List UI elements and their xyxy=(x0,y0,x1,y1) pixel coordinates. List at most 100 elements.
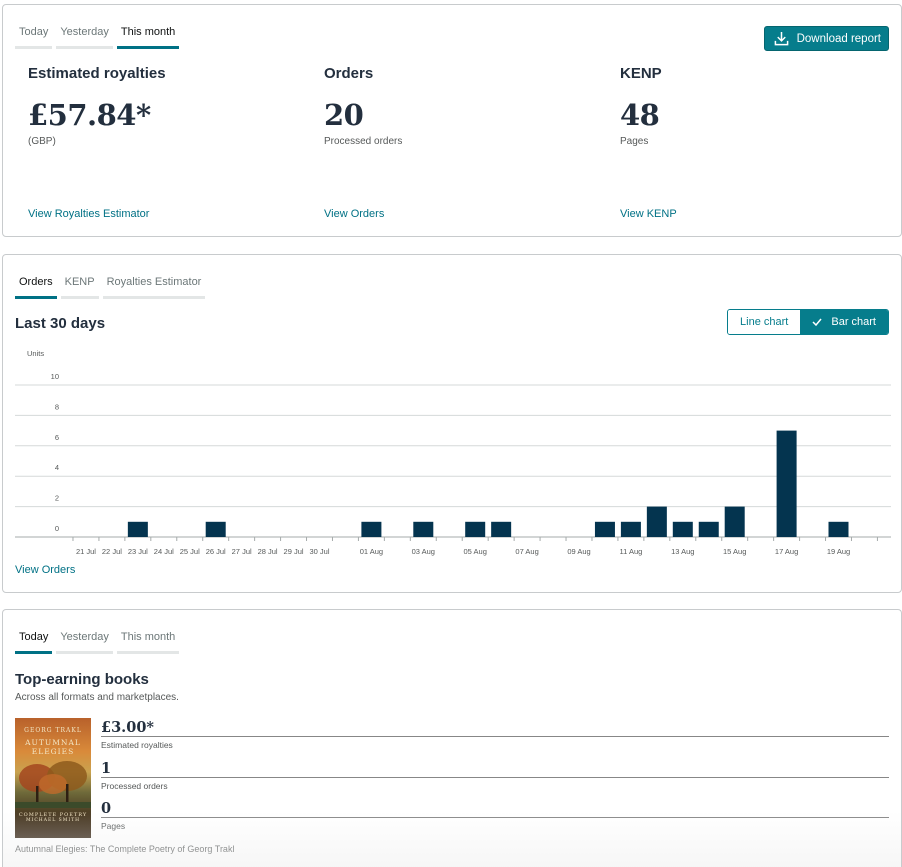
x-tick-label: 05 Aug xyxy=(464,547,487,556)
book-orders-label: Processed orders xyxy=(101,781,168,791)
book-orders: 1 Processed orders xyxy=(101,760,889,791)
cover-title-line-1: AUTUMNAL xyxy=(25,738,81,747)
metric-title: Estimated royalties xyxy=(28,65,166,82)
tab-royalties-estimator[interactable]: Royalties Estimator xyxy=(102,276,206,299)
y-tick-label: 4 xyxy=(55,463,59,472)
book-royalties: £3.00* Estimated royalties xyxy=(101,719,889,750)
top-books-subtitle: Across all formats and marketplaces. xyxy=(15,692,179,703)
bar xyxy=(361,521,382,537)
bar xyxy=(776,430,797,537)
tab-yesterday[interactable]: Yesterday xyxy=(56,631,113,654)
bar xyxy=(205,521,226,537)
bar xyxy=(491,521,512,537)
book-royalties-value: £3.00* xyxy=(101,719,889,737)
metric-kenp: KENP 48 Pages View KENP xyxy=(620,65,890,220)
top-books-card: Today Yesterday This month Top-earning b… xyxy=(2,609,902,867)
x-tick-label: 29 Jul xyxy=(284,547,304,556)
view-kenp-link[interactable]: View KENP xyxy=(620,208,677,220)
bar-chart-button[interactable]: Bar chart xyxy=(800,310,888,334)
book-pages-value: 0 xyxy=(101,800,889,818)
cover-title-line-2: ELEGIES xyxy=(31,747,75,756)
orders-bar-chart: Units 0 2 4 6 8 10 21 Jul 22 Jul 23 Jul 24 Jul 25 J… xyxy=(15,349,891,556)
tab-this-month[interactable]: This month xyxy=(116,26,180,49)
x-tick-label: 09 Aug xyxy=(567,547,590,556)
metric-value: £57.84* xyxy=(28,98,151,132)
x-tick-label: 13 Aug xyxy=(671,547,694,556)
tree-illustration-icon xyxy=(15,761,91,808)
metric-subtitle: Pages xyxy=(620,136,649,147)
bar xyxy=(828,521,849,537)
tab-today[interactable]: Today xyxy=(15,631,53,654)
view-royalties-estimator-link[interactable]: View Royalties Estimator xyxy=(28,208,149,220)
bar xyxy=(127,521,148,537)
x-tick-label: 23 Jul xyxy=(128,547,148,556)
download-report-label: Download report xyxy=(796,32,881,45)
tab-this-month[interactable]: This month xyxy=(116,631,180,654)
download-report-button[interactable]: Download report xyxy=(763,26,889,51)
bar xyxy=(620,521,641,537)
top-books-title: Top-earning books xyxy=(15,671,149,688)
x-tick-label: 25 Jul xyxy=(180,547,200,556)
metric-subtitle: (GBP) xyxy=(28,136,56,147)
x-tick-label: 15 Aug xyxy=(723,547,746,556)
x-tick-label: 26 Jul xyxy=(206,547,226,556)
book-cover-image[interactable]: GEORG TRAKL AUTUMNAL ELEGIES COMPLETE PO… xyxy=(15,718,91,838)
metric-orders: Orders 20 Processed orders View Orders xyxy=(324,65,594,220)
x-tick-label: 03 Aug xyxy=(412,547,435,556)
bar xyxy=(465,521,486,537)
x-tick-label: 11 Aug xyxy=(619,547,642,556)
chart-title: Last 30 days xyxy=(15,315,106,332)
metric-royalties: Estimated royalties £57.84* (GBP) View R… xyxy=(28,65,298,220)
y-tick-label: 10 xyxy=(51,372,59,381)
cover-translator: MICHAEL SMITH xyxy=(25,818,81,823)
y-tick-label: 0 xyxy=(55,524,59,533)
checkmark-icon xyxy=(812,318,822,327)
summary-card: Today Yesterday This month Download repo… xyxy=(2,4,902,237)
metric-title: KENP xyxy=(620,65,662,82)
book-title[interactable]: Autumnal Elegies: The Complete Poetry of… xyxy=(15,844,234,854)
bar xyxy=(672,521,693,537)
period-tabs: Today Yesterday This month xyxy=(15,26,183,49)
x-tick-label: 21 Jul xyxy=(76,547,96,556)
x-tick-label: 17 Aug xyxy=(775,547,798,556)
x-tick-label: 30 Jul xyxy=(309,547,329,556)
metric-subtitle: Processed orders xyxy=(324,136,403,147)
top-books-period-tabs: Today Yesterday This month xyxy=(15,631,183,654)
x-tick-label: 07 Aug xyxy=(515,547,538,556)
bar-chart-label: Bar chart xyxy=(831,316,876,328)
y-tick-label: 2 xyxy=(55,494,59,503)
bar xyxy=(698,521,719,537)
tab-today[interactable]: Today xyxy=(15,26,53,49)
chart-type-toggle: Line chart Bar chart xyxy=(727,309,889,335)
book-pages-label: Pages xyxy=(101,821,126,831)
x-tick-label: 22 Jul xyxy=(102,547,122,556)
tab-yesterday[interactable]: Yesterday xyxy=(56,26,113,49)
x-tick-label: 27 Jul xyxy=(232,547,252,556)
line-chart-button[interactable]: Line chart xyxy=(728,310,801,334)
bar xyxy=(724,506,745,537)
book-royalties-label: Estimated royalties xyxy=(101,740,173,750)
chart-card: Orders KENP Royalties Estimator Last 30 … xyxy=(2,254,902,593)
cover-author: GEORG TRAKL xyxy=(24,727,82,734)
bar xyxy=(646,506,667,537)
x-tick-label: 28 Jul xyxy=(258,547,278,556)
y-tick-label: 8 xyxy=(55,402,59,411)
metric-value: 48 xyxy=(620,98,660,132)
tab-orders[interactable]: Orders xyxy=(15,276,57,299)
y-axis-label: Units xyxy=(27,349,44,358)
book-pages: 0 Pages xyxy=(101,800,889,831)
x-tick-label: 01 Aug xyxy=(360,547,383,556)
tab-kenp[interactable]: KENP xyxy=(60,276,99,299)
bar xyxy=(594,521,615,537)
chart-tabs: Orders KENP Royalties Estimator xyxy=(15,276,209,299)
x-tick-label: 19 Aug xyxy=(827,547,850,556)
bar xyxy=(413,521,434,537)
y-tick-label: 6 xyxy=(55,433,59,442)
view-orders-chart-link[interactable]: View Orders xyxy=(15,564,75,576)
book-orders-value: 1 xyxy=(101,760,889,778)
metric-title: Orders xyxy=(324,65,374,82)
metric-value: 20 xyxy=(324,98,364,132)
view-orders-link[interactable]: View Orders xyxy=(324,208,384,220)
download-icon xyxy=(774,31,788,46)
x-tick-label: 24 Jul xyxy=(154,547,174,556)
